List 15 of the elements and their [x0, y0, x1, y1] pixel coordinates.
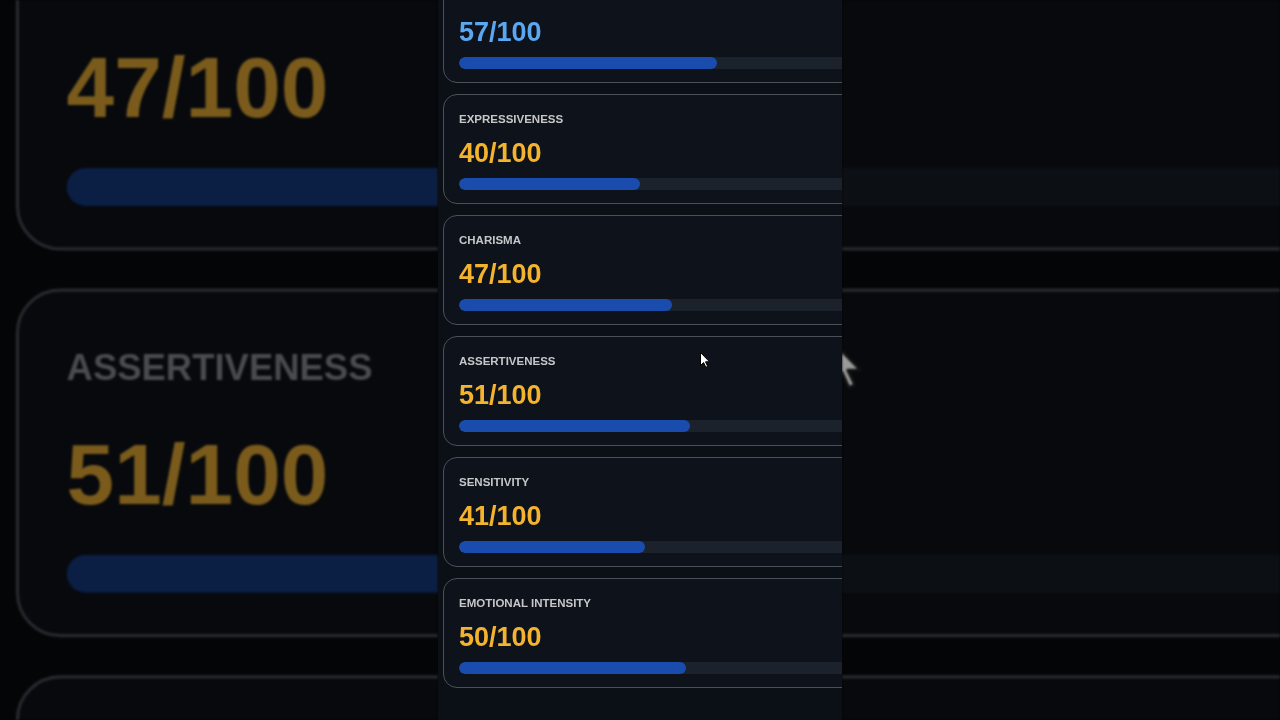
trait-label: ASSERTIVENESS: [459, 354, 556, 368]
trait-label: EMOTIONAL INTENSITY: [459, 596, 592, 610]
trait-label: EXPRESSIVENESS: [459, 112, 564, 126]
trait-score: 41/100: [459, 501, 542, 531]
trait-label: ASSERTIVENESS: [66, 347, 373, 389]
trait-label: SENSITIVITY: [459, 475, 530, 489]
cursor-icon: [700, 352, 710, 368]
trait-score: 47/100: [66, 41, 329, 137]
trait-score: 40/100: [459, 138, 542, 168]
trait-label: CHARISMA: [459, 233, 521, 247]
trait-score: 51/100: [459, 380, 542, 410]
trait-score: 50/100: [459, 622, 542, 652]
trait-score: 57/100: [459, 17, 542, 47]
trait-score: 47/100: [459, 259, 542, 289]
trait-score: 51/100: [66, 427, 329, 524]
